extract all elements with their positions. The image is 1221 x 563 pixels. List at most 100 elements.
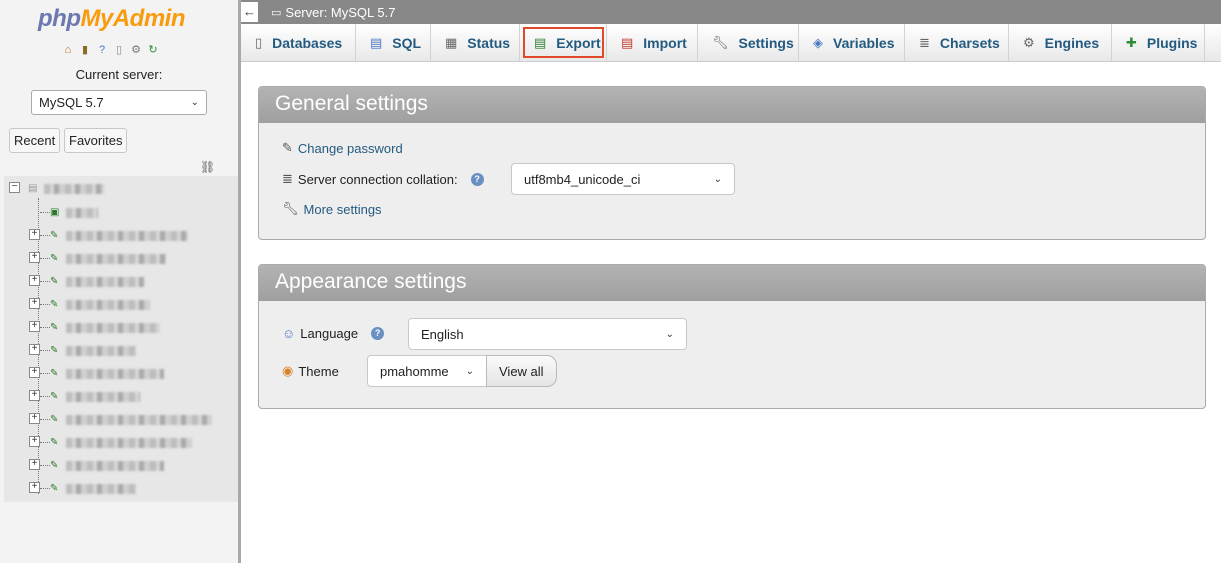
expand-icon[interactable]: + (29, 390, 40, 401)
database-icon: ▯ (255, 34, 263, 50)
tab-label: Databases (272, 34, 343, 51)
help-icon[interactable]: ? (95, 43, 109, 57)
tab-engines[interactable]: ⚙ Engines (1009, 24, 1112, 61)
favorites-button[interactable]: Favorites (64, 128, 128, 153)
tab-status[interactable]: ▦ Status (431, 24, 520, 61)
chevron-down-icon: ⌄ (465, 365, 474, 377)
database-tree: − ▤ ▣ + ✎ + ✎ + ✎ + ✎ + ✎ + ✎ + ✎ + ✎ + ✎ + ✎ + ✎ +… (4, 176, 238, 502)
tree-item[interactable]: + ✎ (4, 275, 238, 289)
tree-item[interactable]: + ✎ (4, 413, 238, 427)
tree-item[interactable]: ▣ (4, 206, 238, 220)
tree-root[interactable]: − ▤ (4, 182, 238, 196)
tab-label: Status (467, 34, 511, 51)
current-server-label: Current server: (75, 67, 163, 82)
tree-item[interactable]: + ✎ (4, 252, 238, 266)
tab-charsets[interactable]: ≣ Charsets (905, 24, 1009, 61)
tab-label: Charsets (939, 34, 1000, 51)
tab-settings[interactable]: 🔧︎ Settings (698, 24, 799, 61)
tab-export[interactable]: ▤ Export (520, 24, 607, 61)
database-icon: ✎ (50, 276, 59, 287)
appearance-settings-panel: Appearance settings ☺ Language ? English… (258, 264, 1206, 409)
reload-icon[interactable]: ↻ (146, 43, 160, 57)
tree-item[interactable]: + ✎ (4, 390, 238, 404)
expand-icon[interactable]: + (29, 229, 40, 240)
help-icon[interactable]: ? (470, 172, 484, 186)
language-value: English (421, 326, 464, 342)
expand-icon[interactable]: + (29, 298, 40, 309)
expand-icon[interactable]: + (29, 459, 40, 470)
breadcrumb[interactable]: ▭ Server: MySQL 5.7 (271, 5, 395, 20)
expand-icon[interactable]: + (29, 275, 40, 286)
tab-import[interactable]: ▤ Import (607, 24, 698, 61)
tree-item[interactable]: + ✎ (4, 436, 238, 450)
tree-item[interactable]: + ✎ (4, 459, 238, 473)
charsets-icon: ≣ (919, 34, 930, 50)
wrench-icon: 🔧︎ (282, 201, 299, 216)
tab-variables[interactable]: ◈ Variables (799, 24, 905, 61)
server-select[interactable]: MySQL 5.7 ⌄ (31, 90, 207, 115)
general-settings-title: General settings (259, 87, 1205, 123)
view-all-button[interactable]: View all (486, 355, 557, 387)
change-password-link[interactable]: Change password (298, 141, 403, 156)
settings-icon[interactable]: ⚙ (129, 43, 143, 57)
tab-label: SQL (392, 34, 422, 51)
tab-sql[interactable]: ▤ SQL (356, 24, 431, 61)
database-icon: ✎ (50, 391, 59, 402)
theme-label: Theme (298, 363, 339, 379)
language-label: Language (300, 326, 359, 341)
collapse-icon[interactable]: − (9, 182, 20, 193)
palette-icon: ◉ (282, 363, 294, 378)
tree-item[interactable]: + ✎ (4, 321, 238, 335)
export-icon: ▤ (534, 34, 547, 50)
wrench-icon: 🔧︎ (712, 34, 729, 50)
expand-icon[interactable]: + (29, 413, 40, 424)
database-icon: ✎ (50, 368, 59, 379)
expand-icon[interactable]: + (29, 252, 40, 263)
server-breadcrumb-bar: ← ▭ Server: MySQL 5.7 (241, 0, 1221, 24)
database-icon: ✎ (50, 253, 59, 264)
expand-icon[interactable]: + (29, 436, 40, 447)
navigation-panel: phpMyAdmin ⌂ ▮ ? ▯ ⚙ ↻ Current server: M… (0, 0, 241, 563)
tree-item[interactable]: + ✎ (4, 298, 238, 312)
sql-icon: ▤ (370, 34, 383, 50)
recent-button[interactable]: Recent (9, 128, 61, 153)
theme-value: pmahomme (380, 363, 449, 379)
key-icon: ✎ (282, 140, 293, 155)
language-row: ☺ Language ? (282, 326, 385, 341)
tree-item[interactable]: + ✎ (4, 229, 238, 243)
tab-label: Settings (738, 34, 794, 51)
tab-label: Export (556, 34, 601, 51)
docs-icon[interactable]: ▯ (112, 43, 126, 57)
tab-plugins[interactable]: ✚ Plugins (1112, 24, 1205, 61)
link-icon[interactable]: ⛓ (200, 160, 215, 174)
phpmyadmin-logo[interactable]: phpMyAdmin (38, 5, 185, 33)
tree-item[interactable]: + ✎ (4, 482, 238, 496)
theme-select[interactable]: pmahomme ⌄ (367, 355, 487, 387)
collapse-nav-arrow-icon[interactable]: ← (241, 2, 258, 22)
more-settings-link[interactable]: More settings (304, 202, 382, 217)
expand-icon[interactable]: + (29, 344, 40, 355)
collation-row: ≣ Server connection collation: ? (282, 171, 484, 187)
help-icon[interactable]: ? (371, 327, 385, 340)
tree-item[interactable]: + ✎ (4, 344, 238, 358)
database-icon: ✎ (50, 322, 59, 333)
chevron-down-icon: ⌄ (665, 328, 674, 340)
nav-icon-bar: ⌂ ▮ ? ▯ ⚙ ↻ (61, 43, 160, 57)
database-icon: ✎ (50, 483, 59, 494)
language-select[interactable]: English ⌄ (408, 318, 687, 350)
tab-databases[interactable]: ▯ Databases (241, 24, 356, 61)
server-select-value: MySQL 5.7 (39, 95, 104, 110)
home-icon[interactable]: ⌂ (61, 43, 75, 57)
database-icon: ✎ (50, 437, 59, 448)
logout-icon[interactable]: ▮ (78, 43, 92, 57)
collation-select[interactable]: utf8mb4_unicode_ci ⌄ (511, 163, 735, 195)
expand-icon[interactable]: + (29, 482, 40, 493)
tab-label: Variables (833, 34, 895, 51)
expand-icon[interactable]: + (29, 321, 40, 332)
expand-icon[interactable]: + (29, 367, 40, 378)
server-icon: ▤ (28, 183, 38, 194)
tab-label: Plugins (1146, 34, 1198, 51)
tree-item[interactable]: + ✎ (4, 367, 238, 381)
database-icon: ✎ (50, 299, 59, 310)
collation-label: Server connection collation: (297, 171, 458, 187)
